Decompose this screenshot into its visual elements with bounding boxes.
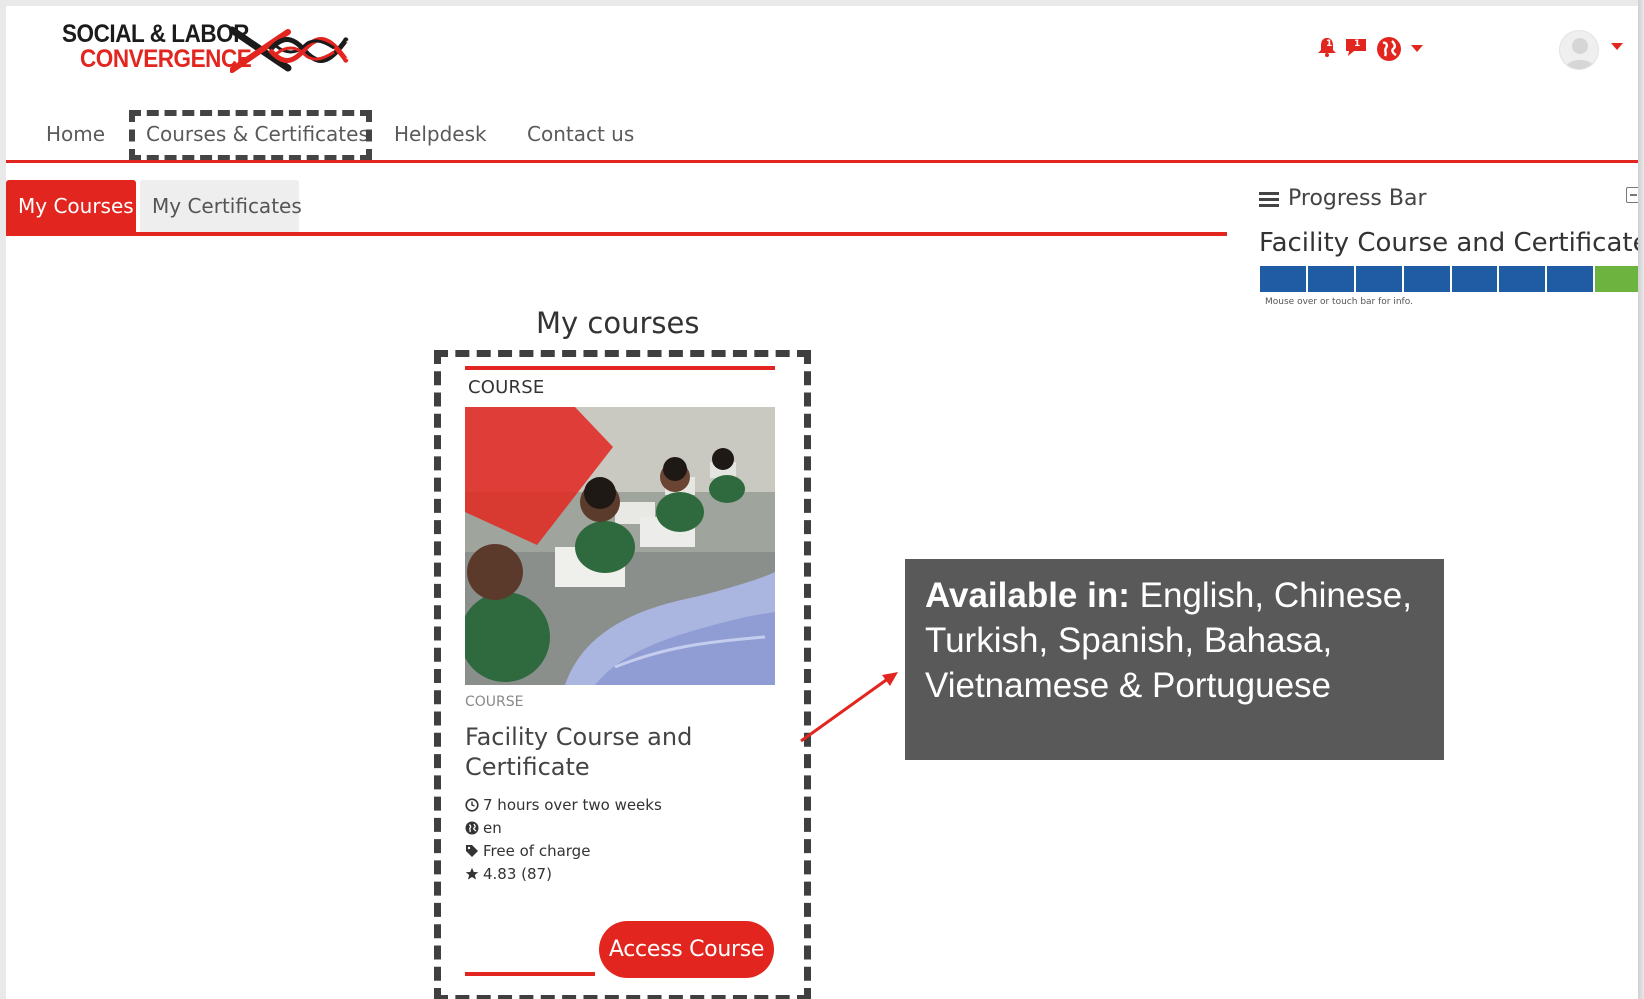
progress-bar[interactable] xyxy=(1260,266,1638,292)
card-category-top: COURSE xyxy=(468,377,545,398)
progress-course-name[interactable]: Facility Course and Certificate xyxy=(1259,228,1638,258)
language-button[interactable] xyxy=(1376,36,1402,62)
nav-contact-us[interactable]: Contact us xyxy=(527,122,634,146)
page: SOCIAL & LABOR CONVERGENCE 1 1 Home Cour… xyxy=(6,6,1638,999)
nav-home[interactable]: Home xyxy=(46,122,105,146)
star-icon xyxy=(465,867,479,880)
notifications-count: 1 xyxy=(1326,39,1333,49)
progress-segment-done[interactable] xyxy=(1260,266,1308,292)
course-price: Free of charge xyxy=(465,842,590,860)
progress-segment-done[interactable] xyxy=(1355,266,1404,292)
tag-icon xyxy=(466,845,478,857)
course-duration-text: 7 hours over two weeks xyxy=(483,796,662,814)
languages-callout: Available in: English, Chinese, Turkish,… xyxy=(905,559,1444,760)
course-language-text: en xyxy=(483,819,502,837)
nav-highlight-box xyxy=(129,110,372,161)
course-rating: 4.83 (87) xyxy=(465,865,552,883)
progress-segment-done[interactable] xyxy=(1307,266,1356,292)
access-course-button[interactable]: Access Course xyxy=(599,921,774,978)
site-logo[interactable]: SOCIAL & LABOR CONVERGENCE xyxy=(62,22,362,82)
page-edge-shadow xyxy=(1638,0,1644,999)
course-rating-text: 4.83 (87) xyxy=(483,865,552,883)
messages-count: 1 xyxy=(1354,39,1361,49)
logo-braid-icon xyxy=(230,26,349,73)
menu-icon xyxy=(1259,191,1279,207)
notifications-button[interactable]: 1 xyxy=(1316,36,1338,58)
progress-block-title: Progress Bar xyxy=(1288,186,1427,211)
course-price-text: Free of charge xyxy=(483,842,591,860)
progress-bar-hint: Mouse over or touch bar for info. xyxy=(1265,297,1413,307)
user-menu-caret-icon[interactable] xyxy=(1611,43,1623,50)
user-icon xyxy=(1565,38,1595,69)
course-photo-image xyxy=(465,407,775,685)
tab-my-certificates[interactable]: My Certificates xyxy=(140,180,302,232)
nav-divider xyxy=(6,160,1638,163)
clock-icon xyxy=(465,798,479,812)
user-avatar[interactable] xyxy=(1559,30,1599,70)
messages-button[interactable]: 1 xyxy=(1344,36,1368,58)
course-duration: 7 hours over two weeks xyxy=(465,796,662,814)
progress-segment-done[interactable] xyxy=(1499,266,1548,292)
progress-segment-done[interactable] xyxy=(1547,266,1596,292)
globe-small-icon xyxy=(465,821,479,835)
progress-segment-done[interactable] xyxy=(1403,266,1452,292)
nav-helpdesk[interactable]: Helpdesk xyxy=(394,122,487,146)
page-title: My courses xyxy=(536,306,700,340)
globe-icon xyxy=(1377,37,1401,61)
tab-my-courses[interactable]: My Courses xyxy=(6,180,136,232)
progress-block-header: Progress Bar xyxy=(1259,186,1427,211)
course-image[interactable] xyxy=(465,407,775,685)
card-top-rule xyxy=(465,366,775,370)
collapse-block-icon[interactable] xyxy=(1626,187,1638,203)
card-bottom-rule xyxy=(465,972,595,976)
logo-line-1: SOCIAL & LABOR xyxy=(62,20,250,48)
card-category: COURSE xyxy=(465,694,524,710)
logo-line-2: CONVERGENCE xyxy=(80,45,252,73)
course-title[interactable]: Facility Course and Certificate xyxy=(465,722,765,782)
course-language: en xyxy=(465,819,502,837)
callout-label: Available in: xyxy=(925,576,1130,615)
language-caret-icon[interactable] xyxy=(1411,45,1423,52)
tab-divider xyxy=(6,232,1227,236)
progress-segment-current[interactable] xyxy=(1595,266,1638,292)
progress-segment-done[interactable] xyxy=(1451,266,1500,292)
